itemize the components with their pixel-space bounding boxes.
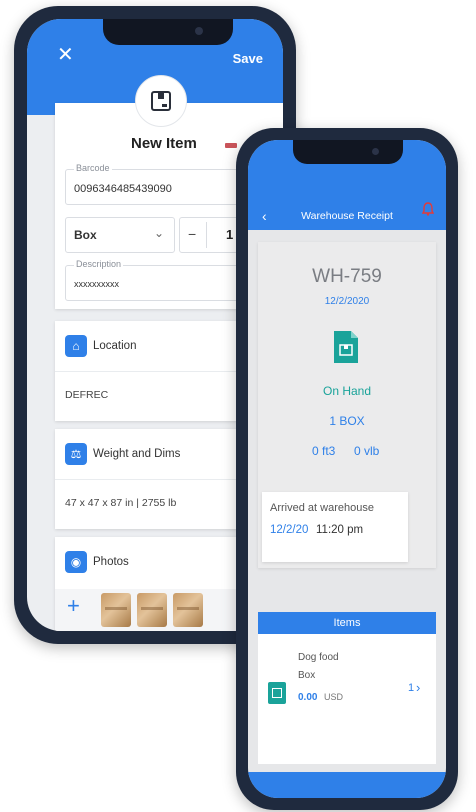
item-price: 0.00 [298,692,318,703]
description-label: Description [74,259,124,269]
weight-value: 0 vlb [354,444,380,458]
bell-icon[interactable] [422,202,434,216]
items-header: Items [258,612,436,634]
pieces-value: 1 BOX [329,414,365,428]
arrived-label: Arrived at warehouse [270,502,374,514]
item-avatar [135,75,187,127]
photo-thumbnail[interactable] [101,593,131,627]
location-title: Location [93,340,137,352]
receipt-date: 12/2/2020 [324,296,370,307]
photo-thumbnail[interactable] [173,593,203,627]
location-icon: ⌂ [65,335,87,357]
unit-select[interactable]: Box ⌄ [65,217,175,253]
app-header: ‹ Warehouse Receipt [248,140,446,230]
list-item[interactable]: Dog food Box 0.00 USD 1 › [258,634,436,764]
status-label: On Hand [322,384,372,398]
weight-value: 47 x 47 x 87 in | 2755 lb [65,497,177,509]
chevron-down-icon: ⌄ [153,226,164,240]
item-count: 1 [408,682,415,694]
volume-value: 0 ft3 [312,444,336,458]
add-photo-button[interactable]: + [67,593,80,619]
photos-title: Photos [93,556,129,568]
package-icon [268,682,286,704]
barcode-value: 0096346485439090 [74,183,172,195]
phone-warehouse-receipt: ‹ Warehouse Receipt WH-759 12/2/2020 On … [236,128,458,810]
photo-thumbnail[interactable] [137,593,167,627]
description-value: xxxxxxxxxx [74,279,119,289]
flag-icon [225,143,237,148]
phone-notch [103,19,233,45]
arrived-time: 11:20 pm [316,524,364,536]
item-title: New Item [131,135,197,152]
camera-icon: ◉ [65,551,87,573]
quantity-value: 1 [226,227,234,242]
arrived-date: 12/2/20 [270,524,309,536]
item-name: Dog food [298,652,339,663]
barcode-label: Barcode [74,163,112,173]
unit-value: Box [74,228,97,242]
weight-title: Weight and Dims [93,448,181,460]
close-icon[interactable]: ✕ [57,45,74,65]
bottom-bar [248,772,446,798]
save-button[interactable]: Save [233,51,263,66]
arrival-card: Arrived at warehouse 12/2/20 11:20 pm [262,492,408,562]
package-icon [151,91,171,111]
item-unit: Box [298,670,316,681]
location-value: DEFREC [65,389,109,401]
chevron-right-icon: › [416,680,421,695]
warehouse-receipt-screen: ‹ Warehouse Receipt WH-759 12/2/2020 On … [248,140,446,798]
decrement-button[interactable]: − [188,226,196,242]
document-icon [332,330,360,364]
screen-title: Warehouse Receipt [301,210,393,222]
item-currency: USD [324,692,344,702]
phone-notch [293,140,403,164]
receipt-number: WH-759 [312,266,382,287]
scale-icon: ⚖ [65,443,87,465]
